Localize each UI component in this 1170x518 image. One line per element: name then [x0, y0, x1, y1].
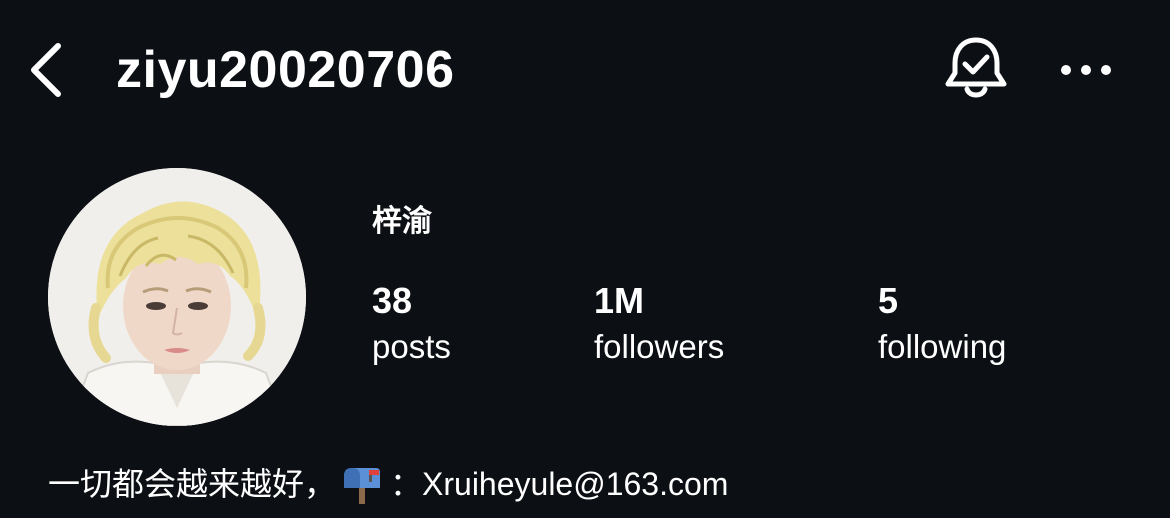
stat-following[interactable]: 5 following — [878, 280, 1006, 368]
bio-email[interactable]: ：Xruiheyule@163.com — [390, 460, 728, 508]
back-button[interactable] — [24, 40, 68, 100]
profile-screen: ziyu20020706 梓渝 38 posts 1M followers 5 … — [0, 0, 1170, 518]
bio-text: 一切都会越来越好， — [48, 466, 337, 502]
notifications-button[interactable] — [942, 34, 1010, 104]
profile-avatar[interactable] — [48, 168, 306, 426]
avatar-image — [48, 168, 306, 426]
bell-check-icon — [945, 37, 1007, 98]
stat-posts-value: 38 — [372, 280, 413, 321]
stat-followers-label: followers — [594, 328, 725, 365]
more-horizontal-icon — [1061, 65, 1111, 75]
profile-display-name: 梓渝 — [372, 205, 432, 238]
profile-bio: 一切都会越来越好， ：Xruiheyule@163.com — [48, 460, 728, 508]
stat-followers[interactable]: 1M followers — [594, 280, 724, 368]
chevron-left-icon — [31, 43, 61, 97]
profile-username: ziyu20020706 — [116, 41, 455, 99]
stat-following-label: following — [878, 328, 1007, 365]
more-options-button[interactable] — [1058, 50, 1114, 90]
stat-posts-label: posts — [372, 328, 451, 365]
stat-followers-value: 1M — [594, 280, 645, 321]
stat-following-value: 5 — [878, 280, 899, 321]
stat-posts[interactable]: 38 posts — [372, 280, 451, 368]
mailbox-icon — [340, 464, 384, 504]
